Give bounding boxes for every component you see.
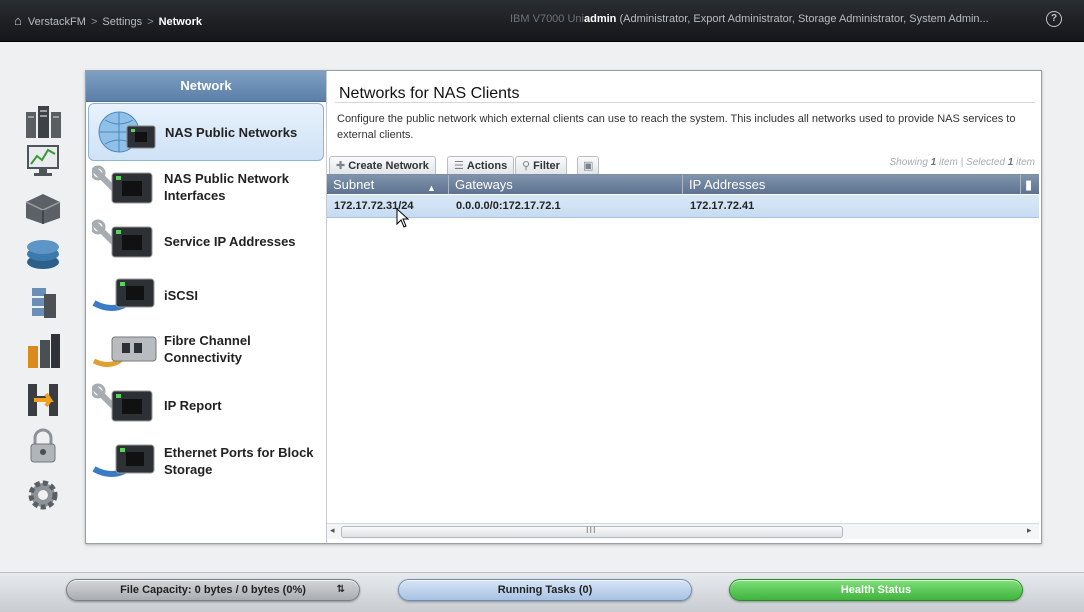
- title-divider: [335, 102, 1035, 103]
- wrench-port-icon: [92, 383, 153, 422]
- volumes-icon[interactable]: [22, 236, 64, 274]
- subnav-item-service-ip-addresses[interactable]: Service IP Addresses: [88, 213, 324, 269]
- scroll-left-icon[interactable]: ◂: [330, 525, 335, 536]
- subnav-header: Network: [86, 71, 326, 102]
- home-servers-icon[interactable]: [22, 102, 64, 140]
- create-network-button[interactable]: ✚ Create Network: [329, 156, 436, 175]
- status-bar: File Capacity: 0 bytes / 0 bytes (0%) ⇅ R…: [0, 572, 1084, 612]
- wrench-port-icon: [92, 219, 153, 258]
- cell-subnet: 172.17.72.31/24: [334, 200, 414, 212]
- subnav-item-ip-report[interactable]: IP Report: [88, 377, 324, 433]
- main-nav-rail: [0, 42, 82, 572]
- horizontal-scrollbar[interactable]: ◂ III ▸: [327, 523, 1039, 539]
- scroll-right-icon[interactable]: ▸: [1027, 525, 1032, 536]
- top-bar: ⌂ VerstackFM > Settings > Network IBM V7000 U…: [0, 0, 1084, 42]
- cell-ip-addresses: 172.17.72.41: [690, 200, 755, 212]
- column-header-ip-addresses[interactable]: IP Addresses: [683, 175, 1021, 194]
- selection-count: Showing 1 item | Selected 1 item: [889, 157, 1035, 168]
- table-header: Subnet ▲ Gateways IP Addresses ▮: [327, 175, 1039, 194]
- column-picker-icon[interactable]: ▮: [1021, 175, 1039, 194]
- subnav-item-ethernet-ports-block-storage[interactable]: Ethernet Ports for Block Storage: [88, 433, 324, 489]
- column-header-gateways[interactable]: Gateways: [449, 175, 683, 194]
- subnav-item-iscsi[interactable]: iSCSI: [88, 267, 324, 323]
- subnav-item-nas-public-network-interfaces[interactable]: NAS Public Network Interfaces: [88, 159, 324, 215]
- globe-network-icon: [98, 111, 156, 153]
- subnav-item-label: NAS Public Network Interfaces: [164, 171, 289, 203]
- monitoring-icon[interactable]: [22, 140, 64, 178]
- running-tasks-indicator[interactable]: Running Tasks (0): [398, 579, 692, 601]
- grid-toolbar: ✚ Create Network ☰ Actions ⚲ Filter ▣ Showi…: [329, 154, 1039, 175]
- subnav-item-label: Service IP Addresses: [164, 233, 296, 249]
- subnav-item-fibre-channel-connectivity[interactable]: Fibre Channel Connectivity: [88, 321, 324, 377]
- file-capacity-indicator[interactable]: File Capacity: 0 bytes / 0 bytes (0%) ⇅: [66, 579, 360, 601]
- page-description: Configure the public network which exter…: [337, 113, 1016, 141]
- ethernet-cable-icon: [92, 444, 155, 477]
- user-roles: (Administrator, Export Administrator, St…: [619, 13, 989, 25]
- subnav-item-label: IP Report: [164, 397, 222, 413]
- networks-table: Subnet ▲ Gateways IP Addresses ▮ 172.17.7…: [327, 174, 1039, 520]
- filter-button[interactable]: ⚲ Filter: [515, 156, 567, 175]
- breadcrumb-current: Network: [158, 16, 202, 28]
- list-icon: ☰: [454, 160, 464, 172]
- system-name: IBM V7000 Uni: [510, 13, 584, 25]
- subnav-item-label: Fibre Channel Connectivity: [164, 333, 251, 365]
- main-panel: Network NAS Public Networks NAS Public N…: [85, 70, 1042, 544]
- network-subnav: Network NAS Public Networks NAS Public N…: [86, 71, 327, 543]
- subnav-item-label: iSCSI: [164, 287, 198, 303]
- table-row[interactable]: 172.17.72.31/24 0.0.0.0/0:172.17.72.1 17…: [327, 195, 1039, 218]
- lock-icon[interactable]: [22, 428, 64, 466]
- pools-icon[interactable]: [22, 188, 64, 226]
- settings-gear-icon[interactable]: [22, 476, 64, 514]
- scroll-thumb[interactable]: III: [341, 525, 843, 538]
- copy-services-icon[interactable]: [22, 332, 64, 370]
- hosts-icon[interactable]: [22, 284, 64, 322]
- home-icon[interactable]: ⌂: [14, 13, 22, 28]
- access-icon[interactable]: [22, 380, 64, 418]
- system-user-info[interactable]: IBM V7000 Uniadmin (Administrator, Expor…: [510, 13, 1015, 25]
- cell-gateways: 0.0.0.0/0:172.17.72.1: [456, 200, 561, 212]
- fibre-channel-icon: [92, 336, 157, 367]
- ethernet-cable-icon: [92, 278, 155, 311]
- current-user: admin: [583, 13, 617, 25]
- breadcrumb: ⌂ VerstackFM > Settings > Network: [14, 13, 202, 28]
- health-status-indicator[interactable]: Health Status: [729, 579, 1023, 601]
- breadcrumb-settings[interactable]: Settings: [102, 16, 142, 28]
- search-icon: ⚲: [522, 160, 531, 172]
- toggle-arrows-icon[interactable]: ⇅: [337, 580, 345, 600]
- breadcrumb-root[interactable]: VerstackFM: [28, 16, 86, 28]
- wrench-port-icon: [92, 165, 153, 204]
- help-icon[interactable]: ?: [1046, 11, 1062, 27]
- column-header-subnet[interactable]: Subnet ▲: [327, 175, 449, 194]
- content-area: Networks for NAS Clients Configure the p…: [327, 71, 1041, 543]
- subnav-item-nas-public-networks[interactable]: NAS Public Networks: [88, 103, 324, 161]
- subnav-item-label: Ethernet Ports for Block Storage: [164, 445, 314, 477]
- actions-menu-button[interactable]: ☰ Actions: [447, 156, 515, 175]
- plus-icon: ✚: [336, 160, 346, 172]
- subnav-item-label: NAS Public Networks: [165, 124, 298, 140]
- mouse-cursor-icon: [396, 208, 410, 228]
- export-icon[interactable]: ▣: [577, 156, 600, 175]
- page-title: Networks for NAS Clients: [339, 85, 520, 102]
